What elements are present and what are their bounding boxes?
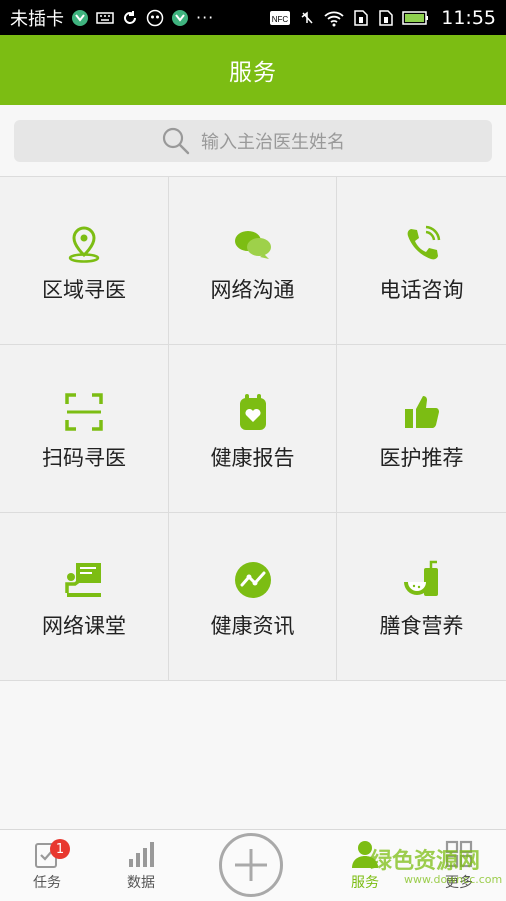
page-title: 服务 [229,60,277,86]
watermark: 绿色资源网 [370,849,481,874]
sim2-icon [379,9,393,26]
chat-bubbles-icon [234,230,271,259]
search-icon [162,127,190,155]
task-badge: 1 [50,839,70,859]
thumbs-up-icon [404,395,439,428]
sync-icon [124,10,136,24]
nav-data[interactable]: 数据 [106,830,176,901]
search-input[interactable]: 输入主治医生姓名 [14,120,492,162]
app-header: 服务 [0,35,506,105]
service-online-classroom[interactable]: 网络课堂 [0,513,169,681]
status-bar: 未插卡 ··· NFC 11:55 [0,0,506,35]
service-label: 扫码寻医 [42,445,126,470]
service-grid: 区域寻医 网络沟通 电话咨询 扫码寻医 健康报告 医护推荐 网络课堂 健康资讯 … [0,176,506,681]
trend-icon [234,561,271,598]
service-label: 健康报告 [210,445,295,470]
classroom-icon [65,562,101,597]
service-recommend[interactable]: 医护推荐 [337,345,506,513]
svg-text:NFC: NFC [272,15,289,24]
add-button[interactable] [219,833,283,897]
phone-icon [407,225,440,259]
scan-icon [65,392,103,431]
nav-label: 服务 [351,875,379,891]
service-diet-nutrition[interactable]: 膳食营养 [337,513,506,681]
nfc-icon: NFC [270,10,291,25]
nav-label: 数据 [127,875,155,891]
bar-chart-icon [129,842,154,867]
plus-icon [235,849,267,881]
battery-icon [402,10,429,25]
shield-icon [72,9,88,26]
service-label: 区域寻医 [42,277,126,302]
mascot-icon [146,9,164,26]
watermark-url: www.downcc.com [404,873,503,886]
search-area: 输入主治医生姓名 [0,105,506,176]
sim1-icon [354,9,368,26]
app-notify-icon [172,9,188,26]
service-label: 网络沟通 [210,277,295,302]
location-pin-icon [68,225,100,263]
search-placeholder: 输入主治医生姓名 [201,132,345,153]
health-report-icon [239,393,266,430]
nav-label: 任务 [33,875,61,891]
service-health-news[interactable]: 健康资讯 [169,513,337,681]
nav-tasks[interactable]: 1 任务 [12,830,82,901]
service-label: 健康资讯 [210,613,295,638]
watermelon-drink-icon [403,560,438,596]
wifi-icon [324,11,344,26]
service-label: 医护推荐 [379,445,464,470]
service-online-chat[interactable]: 网络沟通 [169,177,337,345]
service-scan-doctor[interactable]: 扫码寻医 [0,345,169,513]
service-health-report[interactable]: 健康报告 [169,345,337,513]
carrier-label: 未插卡 [10,8,64,30]
service-label: 膳食营养 [379,613,464,638]
keyboard-icon [96,11,114,24]
overflow-dots: ··· [196,8,215,27]
service-phone-consult[interactable]: 电话咨询 [337,177,506,345]
service-area-doctor[interactable]: 区域寻医 [0,177,169,345]
clock: 11:55 [441,6,496,29]
mute-icon [301,10,313,24]
service-label: 网络课堂 [42,613,126,638]
service-label: 电话咨询 [379,277,464,302]
